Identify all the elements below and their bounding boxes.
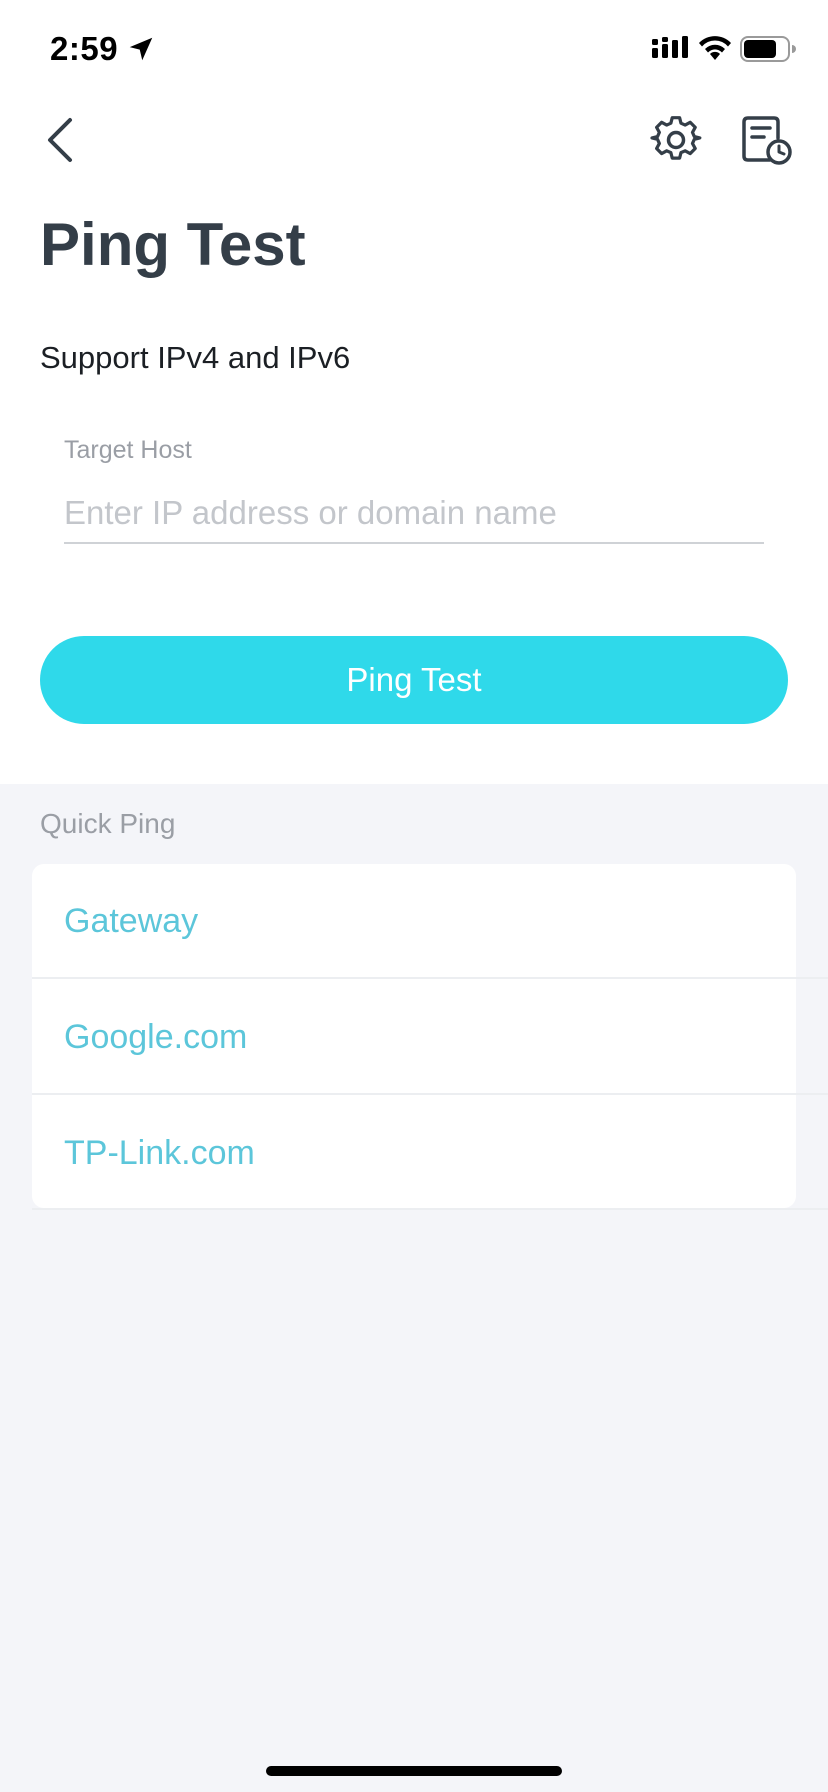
chevron-left-icon[interactable] — [40, 114, 80, 166]
wifi-icon — [699, 36, 731, 60]
list-item-label: Gateway — [64, 902, 199, 940]
target-host-input[interactable] — [64, 484, 764, 544]
divider — [32, 1093, 828, 1095]
gear-icon[interactable] — [650, 114, 702, 166]
divider — [32, 977, 828, 979]
quick-ping-item-gateway[interactable]: Gateway — [32, 864, 796, 980]
quick-ping-item-tplink[interactable]: TP-Link.com — [32, 1096, 796, 1212]
location-arrow-icon — [129, 37, 153, 61]
status-time: 2:59 — [50, 30, 119, 67]
divider — [32, 1208, 828, 1210]
target-host-label: Target Host — [64, 436, 192, 464]
page-title: Ping Test — [40, 211, 306, 278]
list-item-label: TP-Link.com — [64, 1134, 255, 1172]
home-indicator[interactable] — [266, 1766, 562, 1776]
quick-ping-label: Quick Ping — [40, 808, 176, 839]
document-clock-icon[interactable] — [740, 114, 792, 166]
quick-ping-item-google[interactable]: Google.com — [32, 980, 796, 1096]
battery-icon — [740, 36, 796, 62]
ping-test-button[interactable]: Ping Test — [40, 636, 788, 724]
list-item-label: Google.com — [64, 1018, 248, 1056]
page-subtitle: Support IPv4 and IPv6 — [40, 340, 351, 375]
quick-ping-list: Gateway Google.com TP-Link.com — [32, 864, 828, 1210]
status-bar: 2:59 — [0, 0, 828, 100]
cellular-signal-icon — [652, 36, 688, 58]
